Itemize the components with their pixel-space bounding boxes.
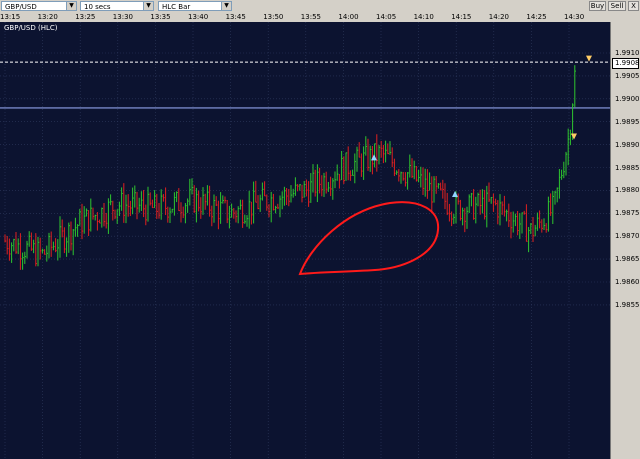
buy-marker-icon	[452, 190, 458, 197]
price-tick-label: 1.9880	[615, 186, 640, 195]
time-tick-label: 13:35	[150, 13, 171, 21]
price-tick-label: 1.9865	[615, 255, 640, 264]
time-tick-label: 13:45	[225, 13, 246, 21]
price-tick-label: 1.9900	[615, 94, 640, 103]
interval-select[interactable]: 10 secs ▼	[80, 1, 154, 11]
chevron-down-icon[interactable]: ▼	[221, 2, 231, 10]
buy-button[interactable]: Buy	[589, 1, 606, 11]
chevron-down-icon[interactable]: ▼	[66, 2, 76, 10]
time-tick-label: 14:20	[488, 13, 509, 21]
interval-value: 10 secs	[84, 3, 111, 11]
time-tick-label: 14:25	[526, 13, 547, 21]
time-tick-label: 14:10	[413, 13, 434, 21]
symbol-value: GBP/USD	[5, 3, 37, 11]
sell-marker-icon	[586, 55, 592, 62]
time-tick-label: 13:55	[300, 13, 321, 21]
time-tick-label: 14:05	[376, 13, 397, 21]
price-axis: 1.9910 1.9905 1.9900 1.9895 1.9890 1.9885 1.98…	[610, 22, 640, 459]
sell-button[interactable]: Sell	[608, 1, 626, 11]
time-tick-label: 14:15	[451, 13, 472, 21]
price-tick-label: 1.9910	[615, 49, 640, 57]
annotation-circle	[298, 201, 440, 276]
time-tick-label: 13:25	[75, 13, 96, 21]
close-button[interactable]: X	[628, 1, 639, 11]
price-tick-label: 1.9855	[615, 300, 640, 309]
time-tick-label: 13:20	[37, 13, 58, 21]
chevron-down-icon[interactable]: ▼	[143, 2, 153, 10]
time-tick-label: 13:30	[112, 13, 133, 21]
time-tick-label: 14:00	[338, 13, 359, 21]
price-chart[interactable]	[0, 22, 610, 459]
price-tick-label: 1.9905	[615, 71, 640, 80]
current-price-label: 1.9908	[612, 57, 640, 69]
sell-marker-icon	[571, 133, 577, 140]
time-tick-label: 14:30	[564, 13, 585, 21]
symbol-select[interactable]: GBP/USD ▼	[1, 1, 77, 11]
price-tick-label: 1.9870	[615, 232, 640, 241]
price-tick-label: 1.9875	[615, 209, 640, 218]
time-tick-label: 13:15	[0, 13, 21, 21]
time-tick-label: 13:40	[188, 13, 209, 21]
chart-type-select[interactable]: HLC Bar ▼	[158, 1, 232, 11]
toolbar: GBP/USD ▼ 10 secs ▼ HLC Bar ▼ Buy Sell X	[0, 0, 640, 14]
price-tick-label: 1.9885	[615, 163, 640, 172]
price-tick-label: 1.9890	[615, 140, 640, 149]
price-tick-label: 1.9860	[615, 278, 640, 286]
series-title: GBP/USD (HLC)	[4, 24, 58, 32]
price-tick-label: 1.9895	[615, 117, 640, 126]
chart-type-value: HLC Bar	[162, 3, 191, 11]
chart-plot[interactable]	[0, 22, 610, 459]
time-tick-label: 13:50	[263, 13, 284, 21]
